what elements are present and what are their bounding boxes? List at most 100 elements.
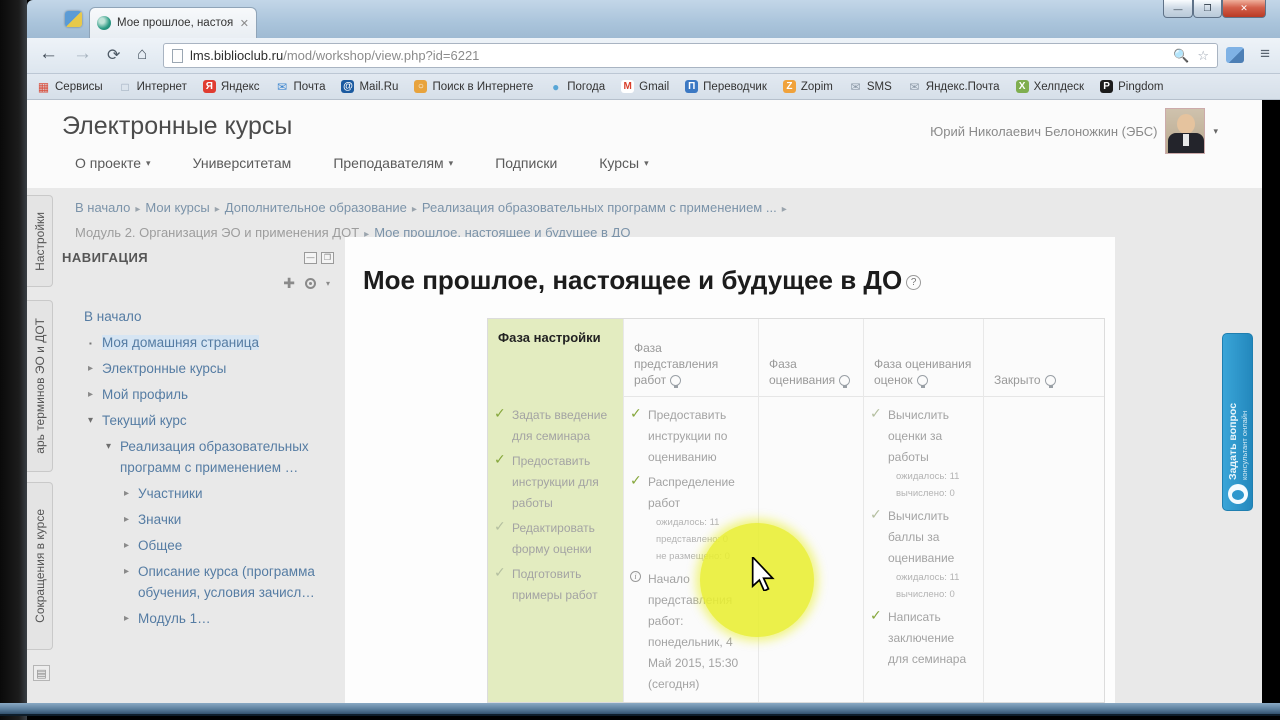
phase-switch-icon[interactable] bbox=[1044, 375, 1056, 388]
task-label[interactable]: Редактировать форму оценки bbox=[512, 518, 615, 560]
breadcrumb-link[interactable]: Модуль 2. Организация ЭО и применения ДО… bbox=[75, 225, 359, 240]
sidebar-item[interactable]: ▸ Значки bbox=[62, 509, 334, 530]
tree-collapsed-icon[interactable]: ▸ bbox=[88, 384, 93, 405]
bookmark-star-icon[interactable]: ☆ bbox=[1197, 48, 1209, 64]
browser-tab[interactable]: Мое прошлое, настоящ... ✕ bbox=[89, 7, 257, 38]
window-close-button[interactable]: ✕ bbox=[1222, 0, 1266, 18]
sidebar-item[interactable]: В начало bbox=[62, 306, 334, 327]
help-icon[interactable]: ? bbox=[906, 274, 922, 290]
tree-collapsed-icon[interactable]: ▸ bbox=[88, 358, 93, 379]
dock-panel-icon[interactable]: ▤ bbox=[33, 665, 50, 681]
bookmark-services[interactable]: ▦ Сервисы bbox=[37, 80, 103, 93]
dock-block-icon[interactable]: ❐ bbox=[321, 251, 334, 264]
bookmark-weather[interactable]: ● Погода bbox=[549, 80, 605, 93]
bookmark-zopim[interactable]: Z Zopim bbox=[782, 80, 833, 93]
breadcrumb-link[interactable]: Мои курсы bbox=[145, 200, 209, 215]
extension-icon[interactable] bbox=[1226, 47, 1244, 63]
navigation-title: НАВИГАЦИЯ bbox=[62, 250, 149, 265]
move-block-icon[interactable]: ✚ bbox=[283, 275, 295, 292]
bookmark-yandex[interactable]: Я Яндекс bbox=[202, 80, 260, 93]
task-subline: ожидалось: 11 bbox=[896, 471, 960, 482]
app-icon[interactable] bbox=[65, 11, 82, 27]
task-label[interactable]: Подготовить примеры работ bbox=[512, 564, 615, 606]
tree-collapsed-icon[interactable]: ▸ bbox=[124, 509, 129, 530]
reload-icon[interactable]: ⟳ bbox=[107, 45, 120, 65]
sidebar-item[interactable]: ▸ Участники bbox=[62, 483, 334, 504]
home-icon[interactable]: ⌂ bbox=[137, 44, 147, 64]
dock-tab-1[interactable]: Настройки bbox=[27, 195, 53, 287]
tree-expanded-icon[interactable]: ▾ bbox=[106, 436, 111, 457]
check-icon: ✓ bbox=[494, 451, 506, 467]
menu-item-Университетам[interactable]: Университетам bbox=[193, 155, 292, 171]
sidebar-item-label: В начало bbox=[84, 309, 142, 324]
sidebar-item[interactable]: ▸ Общее bbox=[62, 535, 334, 556]
bookmark-label: Переводчик bbox=[703, 80, 767, 93]
task-label[interactable]: Предоставить инструкции для работы bbox=[512, 451, 615, 514]
breadcrumb-link[interactable]: Дополнительное образование bbox=[225, 200, 407, 215]
sidebar-item[interactable]: ▾ Текущий курс bbox=[62, 410, 334, 431]
tab-close-icon[interactable]: ✕ bbox=[240, 17, 249, 30]
window-maximize-button[interactable]: ❐ bbox=[1193, 0, 1222, 18]
bookmark-mail[interactable]: ✉ Почта bbox=[276, 80, 325, 93]
gear-icon[interactable] bbox=[304, 278, 316, 289]
sidebar-item[interactable]: ▸ Мой профиль bbox=[62, 384, 334, 405]
menu-item-Преподавателям[interactable]: Преподавателям ▾ bbox=[333, 155, 453, 171]
tree-collapsed-icon[interactable]: ▸ bbox=[124, 608, 129, 629]
sidebar-item[interactable]: ▪ Моя домашняя страница bbox=[62, 332, 334, 353]
dock-tab-2[interactable]: арь терминов ЭО и ДОТ bbox=[27, 300, 53, 472]
tree-collapsed-icon[interactable]: ▸ bbox=[124, 535, 129, 556]
task-label[interactable]: Распределение работ bbox=[648, 472, 750, 514]
phase-switch-icon[interactable] bbox=[916, 375, 928, 388]
window-minimize-button[interactable]: — bbox=[1163, 0, 1193, 18]
sidebar-item[interactable]: ▸ Модуль 1… bbox=[62, 608, 334, 629]
sidebar-item-label: Реализация образовательных программ с пр… bbox=[120, 439, 309, 475]
bookmark-translator[interactable]: П Переводчик bbox=[685, 80, 767, 93]
task-label[interactable]: Вычислить оценки за работы bbox=[888, 405, 975, 468]
task-label[interactable]: Предоставить инструкции по оцениванию bbox=[648, 405, 750, 468]
browser-menu-icon[interactable]: ≡ bbox=[1260, 44, 1270, 64]
breadcrumb-link[interactable]: Реализация образовательных программ с пр… bbox=[422, 200, 777, 215]
task-label[interactable]: Написать заключение для семинара bbox=[888, 607, 975, 670]
menu-item-О проекте[interactable]: О проекте ▾ bbox=[75, 155, 151, 171]
phase-name: Фаза оценивания bbox=[769, 356, 853, 388]
user-menu[interactable]: Юрий Николаевич Белоножкин (ЭБС) ▾ bbox=[930, 108, 1218, 154]
bookmark-helpdesk[interactable]: Х Хелпдеск bbox=[1015, 80, 1084, 93]
phase-header: Фаза оценивания оценок bbox=[864, 319, 983, 397]
forward-icon[interactable]: → bbox=[73, 43, 92, 65]
sidebar-item[interactable]: ▸ Описание курса (программа обучения, усл… bbox=[62, 561, 334, 603]
menu-item-Подписки[interactable]: Подписки bbox=[495, 155, 557, 171]
bookmark-yandex-mail[interactable]: ✉ Яндекс.Почта bbox=[908, 80, 999, 93]
bookmark-web-search[interactable]: ○ Поиск в Интернете bbox=[414, 80, 533, 93]
tree-collapsed-icon[interactable]: ▸ bbox=[124, 561, 129, 582]
menu-item-Курсы[interactable]: Курсы ▾ bbox=[599, 155, 648, 171]
translator-icon: П bbox=[685, 80, 699, 93]
phase-name: Закрыто bbox=[994, 372, 1056, 388]
breadcrumb-link[interactable]: В начало bbox=[75, 200, 130, 215]
tree-expanded-icon[interactable]: ▾ bbox=[88, 410, 93, 431]
chevron-down-icon: ▾ bbox=[146, 157, 151, 168]
tree-collapsed-icon[interactable]: ▸ bbox=[124, 483, 129, 504]
bookmark-pingdom[interactable]: P Pingdom bbox=[1100, 80, 1163, 93]
bookmark-label: SMS bbox=[866, 80, 892, 93]
bookmark-label: Gmail bbox=[639, 80, 670, 93]
task-label[interactable]: Вычислить баллы за оценивание bbox=[888, 506, 975, 569]
bookmark-gmail[interactable]: M Gmail bbox=[621, 80, 669, 93]
dock-tab-3[interactable]: Сокращения в курсе bbox=[27, 482, 53, 650]
phase-switch-icon[interactable] bbox=[839, 375, 851, 388]
phase-switch-icon[interactable] bbox=[670, 375, 682, 388]
bookmark-internet[interactable]: □ Интернет bbox=[119, 80, 187, 93]
sidebar-item[interactable]: ▸ Электронные курсы bbox=[62, 358, 334, 379]
task-label[interactable]: Задать введение для семинара bbox=[512, 405, 615, 447]
back-icon[interactable]: ← bbox=[39, 43, 58, 65]
bookmark-sms[interactable]: ✉ SMS bbox=[849, 80, 892, 93]
bookmark-mailru[interactable]: @ Mail.Ru bbox=[341, 80, 398, 93]
address-bar[interactable]: lms.biblioclub.ru/mod/workshop/view.php?… bbox=[163, 43, 1218, 68]
internet-icon: □ bbox=[121, 79, 129, 94]
avatar[interactable] bbox=[1165, 108, 1206, 154]
chevron-down-icon: ▾ bbox=[448, 157, 454, 168]
phase-name: Фаза представления работ bbox=[634, 341, 719, 388]
zoom-icon[interactable]: 🔍 bbox=[1173, 48, 1189, 64]
ask-question-button[interactable]: Задать вопрос консультант онлайн bbox=[1222, 333, 1253, 511]
sidebar-item[interactable]: ▾ Реализация образовательных программ с п… bbox=[62, 436, 334, 478]
collapse-block-icon[interactable]: — bbox=[304, 251, 317, 264]
